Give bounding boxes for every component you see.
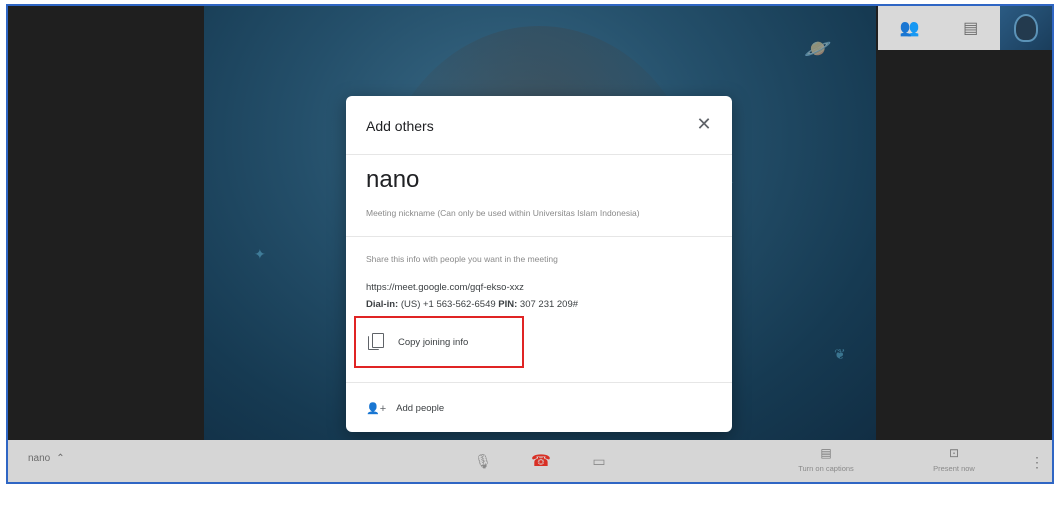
- app-frame: 🪐 ✦ ✦ ❦ ❦ 👥 ▤ Add others ✕ nano Meeting …: [6, 4, 1054, 484]
- chevron-up-icon: ⌃: [56, 453, 65, 464]
- present-label: Present now: [933, 464, 975, 473]
- copy-icon: [368, 333, 384, 351]
- nickname-block: nano Meeting nickname (Can only be used …: [346, 154, 732, 237]
- meeting-name-label: nano: [28, 453, 51, 464]
- share-info-note: Share this info with people you want in …: [366, 254, 558, 264]
- present-button[interactable]: ⊡ Present now: [906, 446, 1002, 473]
- copy-joining-info-label: Copy joining info: [398, 336, 469, 348]
- hangup-icon: ☎: [531, 453, 551, 470]
- captions-icon: ▤: [820, 446, 832, 460]
- mic-icon: 🎙: [474, 452, 492, 469]
- dial-in-label: Dial-in:: [366, 299, 399, 310]
- present-icon: ⊡: [948, 446, 960, 460]
- star-decoration: ✦: [254, 246, 266, 262]
- dial-in-number: (US) +1 563-562-6549: [400, 299, 496, 310]
- copy-joining-info-button[interactable]: Copy joining info: [354, 316, 524, 368]
- mic-button[interactable]: 🎙: [470, 448, 496, 474]
- more-vert-icon: ⋮: [1030, 453, 1044, 470]
- avatar: [1014, 14, 1038, 42]
- add-people-button[interactable]: 👤+ Add people: [346, 382, 732, 432]
- bottom-control-bar: nano ⌃ 🎙 ☎ ▭ ▤ Turn on captions ⊡ Present…: [8, 440, 1052, 482]
- camera-button[interactable]: ▭: [586, 448, 612, 474]
- add-person-icon: 👤+: [366, 402, 387, 415]
- add-people-label: Add people: [396, 402, 445, 414]
- hangup-button[interactable]: ☎: [528, 448, 554, 474]
- self-video-thumbnail[interactable]: [1000, 6, 1052, 50]
- camera-icon: ▭: [592, 452, 606, 469]
- dial-in-info: Dial-in: (US) +1 563-562-6549 PIN: 307 2…: [366, 299, 578, 310]
- meeting-link[interactable]: https://meet.google.com/gqf-ekso-xxz: [366, 282, 524, 293]
- close-button[interactable]: ✕: [692, 112, 716, 136]
- add-others-dialog: Add others ✕ nano Meeting nickname (Can …: [346, 96, 732, 432]
- top-right-controls: 👥 ▤: [878, 6, 1000, 50]
- chat-icon[interactable]: ▤: [963, 18, 978, 38]
- meeting-details-toggle[interactable]: nano ⌃: [28, 453, 65, 464]
- people-icon[interactable]: 👥: [900, 18, 920, 38]
- captions-button[interactable]: ▤ Turn on captions: [778, 446, 874, 473]
- meeting-nickname: nano: [366, 166, 420, 193]
- pin-label: PIN:: [498, 299, 518, 310]
- pin-value: 307 231 209#: [519, 299, 579, 310]
- dialog-title: Add others: [366, 118, 434, 134]
- captions-label: Turn on captions: [798, 464, 854, 473]
- video-stage: 🪐 ✦ ✦ ❦ ❦ 👥 ▤ Add others ✕ nano Meeting …: [8, 6, 1052, 440]
- planet-decoration: 🪐: [804, 36, 832, 61]
- leaf-decoration: ❦: [834, 346, 846, 362]
- nickname-note: Meeting nickname (Can only be used withi…: [366, 208, 640, 218]
- close-icon: ✕: [696, 113, 712, 134]
- dialog-header: Add others ✕: [346, 96, 732, 155]
- more-options-button[interactable]: ⋮: [1030, 450, 1044, 474]
